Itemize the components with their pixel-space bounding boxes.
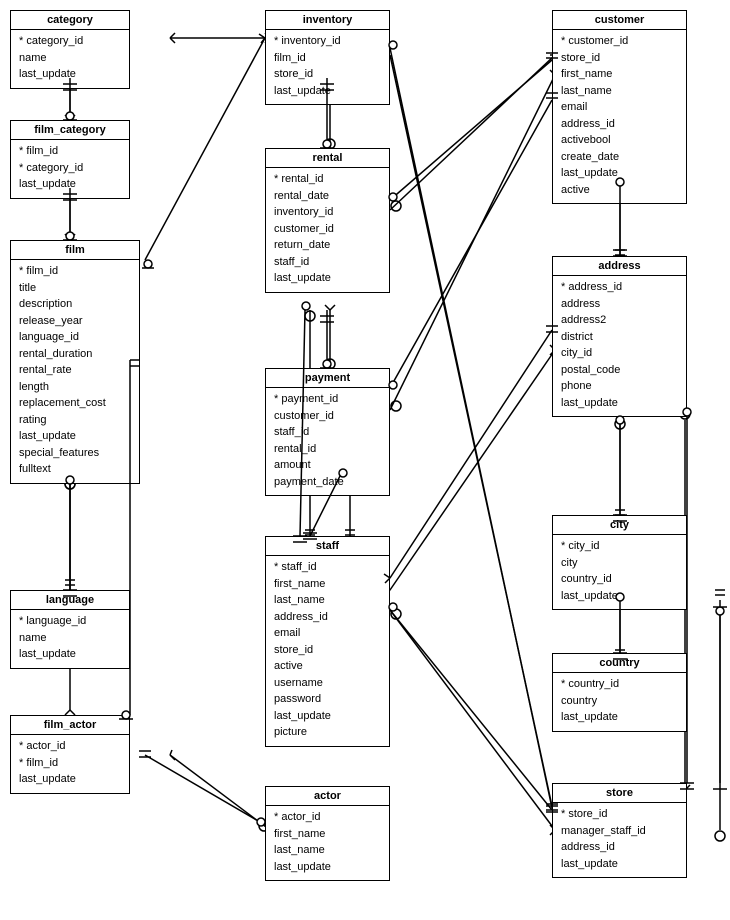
entity-title-language: language [11, 591, 129, 610]
entity-payment: payment * payment_id customer_id staff_i… [265, 368, 390, 496]
entity-category: category * category_id name last_update [10, 10, 130, 89]
entity-title-customer: customer [553, 11, 686, 30]
entity-title-category: category [11, 11, 129, 30]
entity-fields-city: * city_id city country_id last_update [553, 535, 686, 609]
entity-fields-film-actor: * actor_id * film_id last_update [11, 735, 129, 793]
entity-fields-store: * store_id manager_staff_id address_id l… [553, 803, 686, 877]
entity-title-rental: rental [266, 149, 389, 168]
entity-country: country * country_id country last_update [552, 653, 687, 732]
entity-fields-film-category: * film_id * category_id last_update [11, 140, 129, 198]
erd-diagram: category * category_id name last_update … [0, 0, 730, 920]
entity-rental: rental * rental_id rental_date inventory… [265, 148, 390, 293]
entity-actor: actor * actor_id first_name last_name la… [265, 786, 390, 881]
entity-fields-rental: * rental_id rental_date inventory_id cus… [266, 168, 389, 292]
entity-film-category: film_category * film_id * category_id la… [10, 120, 130, 199]
entity-fields-customer: * customer_id store_id first_name last_n… [553, 30, 686, 203]
entity-inventory: inventory * inventory_id film_id store_i… [265, 10, 390, 105]
entity-fields-staff: * staff_id first_name last_name address_… [266, 556, 389, 746]
entity-fields-payment: * payment_id customer_id staff_id rental… [266, 388, 389, 495]
entity-title-film: film [11, 241, 139, 260]
entity-fields-film: * film_id title description release_year… [11, 260, 139, 483]
entity-title-inventory: inventory [266, 11, 389, 30]
entity-staff: staff * staff_id first_name last_name ad… [265, 536, 390, 747]
entity-fields-inventory: * inventory_id film_id store_id last_upd… [266, 30, 389, 104]
entity-film-actor: film_actor * actor_id * film_id last_upd… [10, 715, 130, 794]
entity-address: address * address_id address address2 di… [552, 256, 687, 417]
entity-fields-language: * language_id name last_update [11, 610, 129, 668]
entity-title-film-actor: film_actor [11, 716, 129, 735]
entity-fields-address: * address_id address address2 district c… [553, 276, 686, 416]
entity-language: language * language_id name last_update [10, 590, 130, 669]
entity-title-film-category: film_category [11, 121, 129, 140]
entity-city: city * city_id city country_id last_upda… [552, 515, 687, 610]
entity-title-address: address [553, 257, 686, 276]
entity-title-country: country [553, 654, 686, 673]
entity-title-city: city [553, 516, 686, 535]
entity-fields-country: * country_id country last_update [553, 673, 686, 731]
entity-fields-actor: * actor_id first_name last_name last_upd… [266, 806, 389, 880]
entity-title-store: store [553, 784, 686, 803]
entity-film: film * film_id title description release… [10, 240, 140, 484]
entity-title-actor: actor [266, 787, 389, 806]
entity-store: store * store_id manager_staff_id addres… [552, 783, 687, 878]
entity-fields-category: * category_id name last_update [11, 30, 129, 88]
entity-title-payment: payment [266, 369, 389, 388]
entity-title-staff: staff [266, 537, 389, 556]
entity-customer: customer * customer_id store_id first_na… [552, 10, 687, 204]
